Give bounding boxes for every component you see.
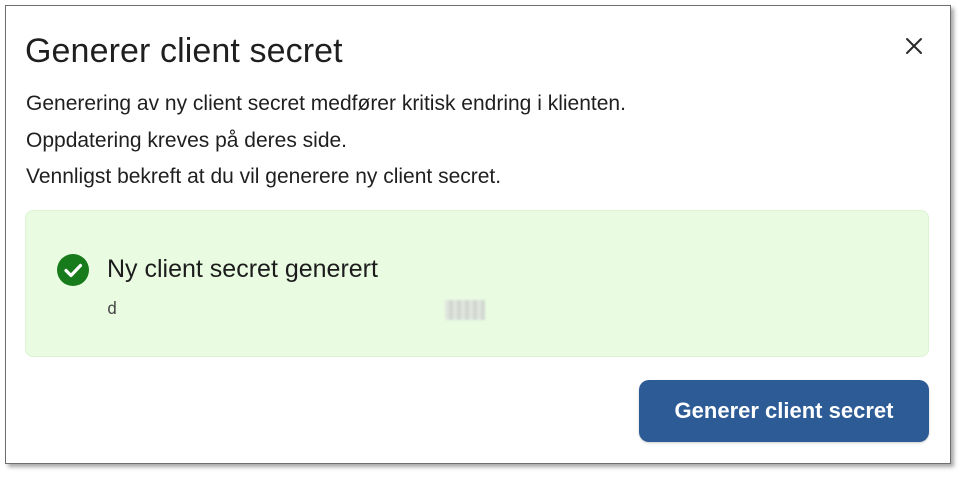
success-alert: Ny client secret generert d [25, 210, 929, 357]
description-line: Generering av ny client secret medfører … [26, 92, 626, 115]
dialog-description: Generering av ny client secret medfører … [26, 86, 626, 196]
generate-secret-dialog: Generer client secret Generering av ny c… [5, 5, 951, 464]
generate-secret-button[interactable]: Generer client secret [639, 380, 929, 442]
description-line: Oppdatering kreves på deres side. [26, 128, 348, 152]
success-title: Ny client secret generert [107, 255, 378, 283]
redacted-secret [445, 300, 485, 320]
description-line: Vennligst bekreft at du vil generere ny … [26, 165, 502, 188]
close-icon[interactable] [900, 32, 928, 60]
client-secret-value: d [107, 299, 118, 319]
check-circle-icon [57, 254, 89, 286]
dialog-title: Generer client secret [25, 32, 343, 70]
